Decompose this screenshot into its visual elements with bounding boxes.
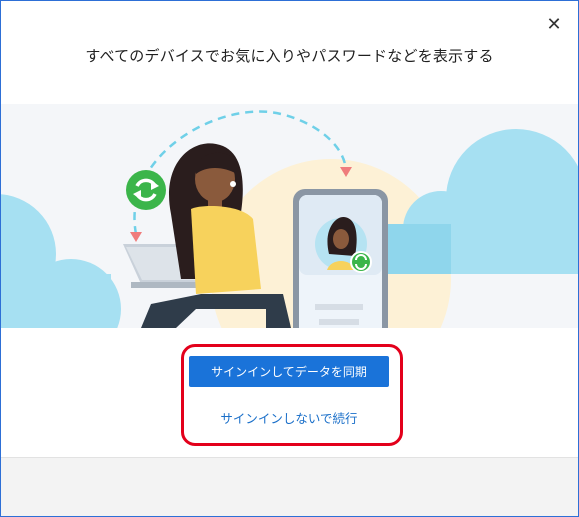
phone-illustration <box>293 189 388 328</box>
dialog-footer <box>1 457 578 516</box>
continue-without-sign-in-link[interactable]: サインインしないで続行 <box>189 406 389 432</box>
dialog-title: すべてのデバイスでお気に入りやパスワードなどを表示する <box>85 47 494 65</box>
arrow-head-left <box>130 232 142 242</box>
cloud-left <box>1 194 121 328</box>
sign-in-sync-button[interactable]: サインインしてデータを同期 <box>189 356 389 387</box>
actions-area <box>1 328 578 456</box>
close-icon[interactable]: ✕ <box>544 15 564 35</box>
sync-illustration <box>1 104 578 328</box>
illustration-art <box>1 110 578 328</box>
sync-icon <box>126 170 166 210</box>
sync-dialog: ✕ すべてのデバイスでお気に入りやパスワードなどを表示する サインインしてデータ… <box>0 0 579 517</box>
